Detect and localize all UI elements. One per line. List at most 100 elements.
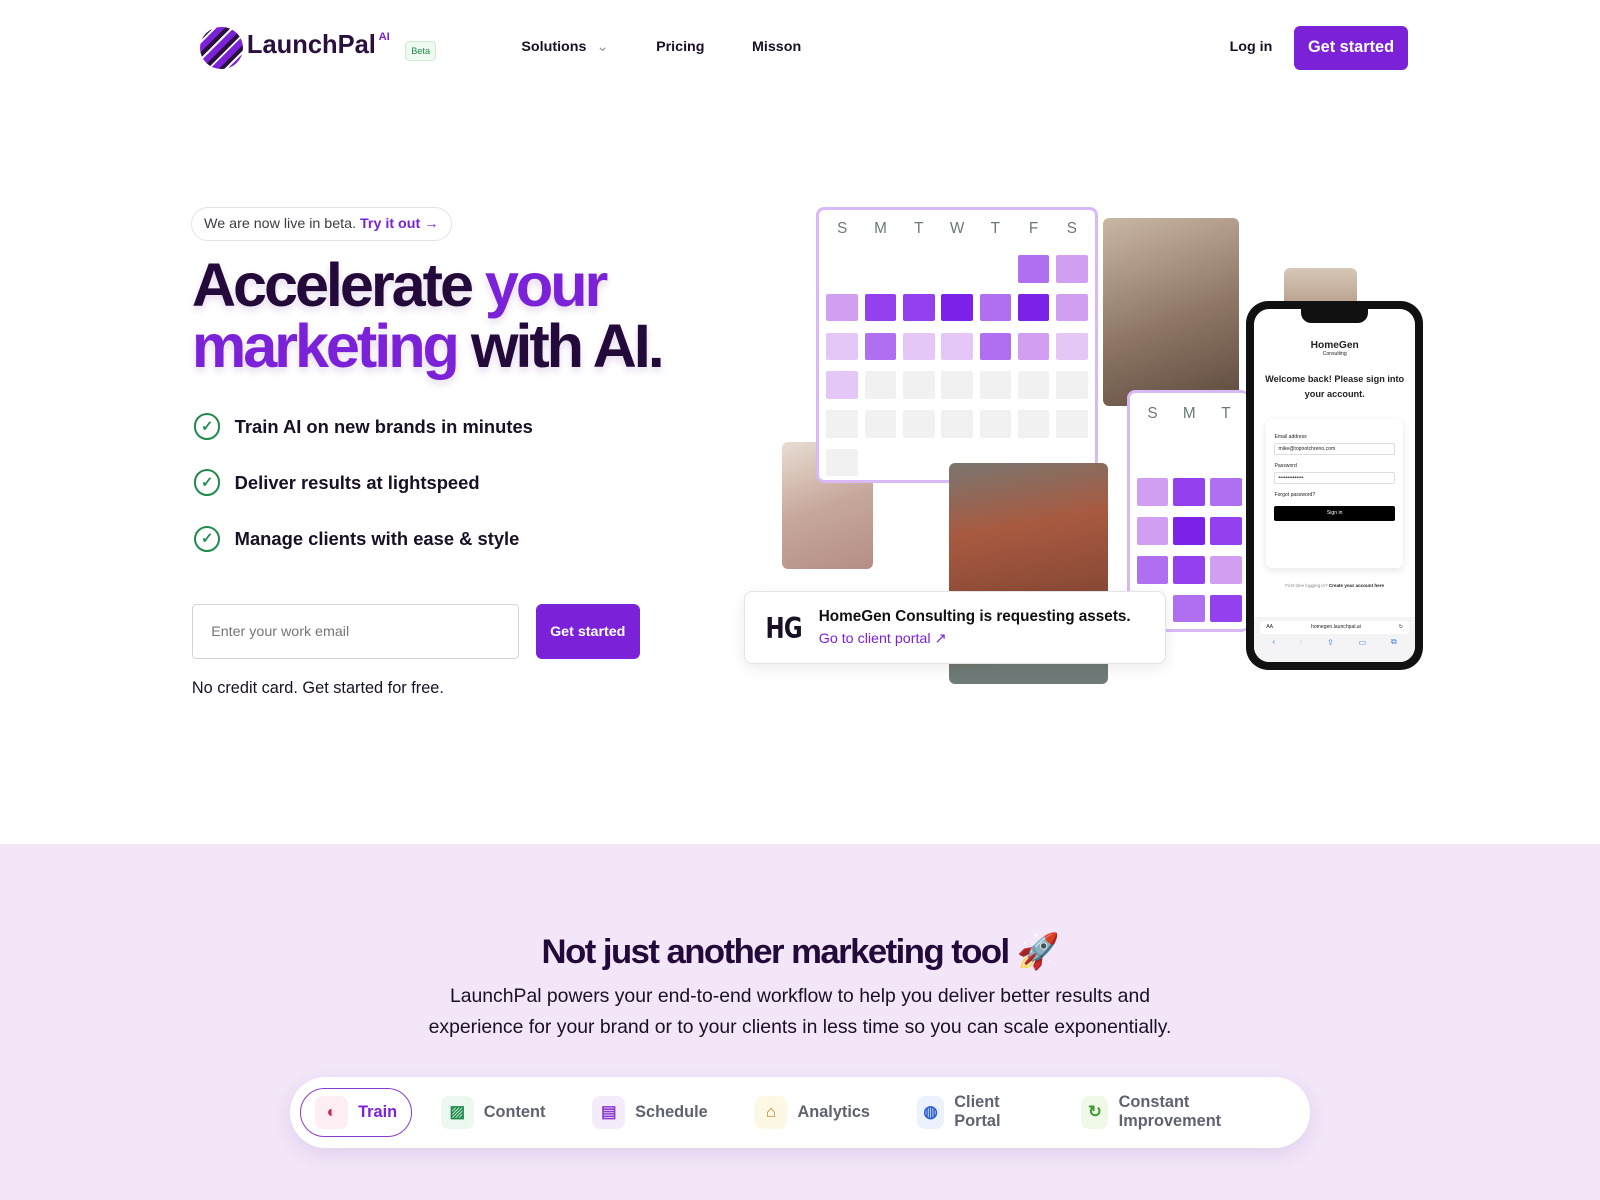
day-header: S <box>837 220 848 238</box>
calendar-day-cell <box>941 410 973 438</box>
phone-url-bar[interactable]: AA homegen.launchpal.ai ↻ <box>1260 621 1410 634</box>
calendar-day-cell <box>1210 556 1242 584</box>
globe-icon: ◍ <box>916 1095 945 1129</box>
day-header: T <box>1221 405 1231 423</box>
login-link[interactable]: Log in <box>1230 39 1273 55</box>
calendar-day-cell <box>1136 517 1169 545</box>
section-description: LaunchPal powers your end-to-end workflo… <box>428 984 1172 1039</box>
calendar-day-cell <box>941 293 973 322</box>
calendar-day-cell <box>826 410 859 438</box>
phone-notch <box>1301 309 1369 324</box>
calendar-day-cell <box>1173 594 1206 623</box>
calendar-day-cell <box>864 371 897 399</box>
day-header: M <box>874 220 887 238</box>
feature-item: ✓ Deliver results at lightspeed <box>193 469 480 496</box>
tab-train[interactable]: ◐ Train <box>299 1087 413 1137</box>
calendar-day-cell <box>902 371 935 399</box>
announcement-text: We are now live in beta. <box>204 215 357 232</box>
hero-get-started-button[interactable]: Get started <box>535 604 640 660</box>
refresh-icon: ↻ <box>1081 1095 1109 1129</box>
phone-forgot-link[interactable]: Forgot password? <box>1274 492 1394 498</box>
calendar-heatmap: SMTWTFS <box>816 207 1098 483</box>
phone-create-account[interactable]: First time logging in? Create your accou… <box>1254 583 1415 588</box>
calendar-day-cell <box>979 371 1012 399</box>
calendar-day-cell <box>1136 556 1169 584</box>
brand-sup: AI <box>378 30 390 43</box>
day-header: W <box>949 220 965 238</box>
calendar-day-cell <box>902 332 935 361</box>
tab-client-portal[interactable]: ◍ Client Portal <box>903 1088 1049 1137</box>
phone-password-field[interactable]: •••••••••••••• <box>1274 471 1395 485</box>
calendar-day-cell <box>1173 478 1206 507</box>
city-bridge-photo <box>1103 218 1239 407</box>
calendar-day-cell <box>1210 478 1242 507</box>
feature-item: ✓ Manage clients with ease & style <box>193 525 520 553</box>
calendar-day-cell <box>1056 332 1088 361</box>
phone-create-link[interactable]: Create your account here <box>1329 583 1384 588</box>
feature-tabs: ◐ Train ▨ Content ▤ Schedule ⌂ Analytics ◍ Client… <box>289 1076 1311 1148</box>
calendar-day-cell <box>1017 332 1050 361</box>
tab-content[interactable]: ▨ Content <box>427 1088 560 1137</box>
day-header: T <box>990 220 1000 238</box>
calendar-day-cell <box>1056 410 1088 438</box>
nav-mission[interactable]: Misson <box>752 39 801 55</box>
calendar-day-cell <box>826 371 859 399</box>
tab-analytics[interactable]: ⌂ Analytics <box>740 1088 884 1137</box>
phone-signin-button[interactable]: Sign in <box>1274 506 1395 521</box>
brand-name: LaunchPal <box>246 30 376 59</box>
calendar-day-cell <box>1173 556 1206 584</box>
phone-password-label: Password <box>1274 462 1297 469</box>
phone-email-field[interactable]: mike@topnotchreno.com <box>1274 442 1395 455</box>
feature-text: Train AI on new brands in minutes <box>234 415 533 437</box>
share-icon: ⇪ <box>1327 637 1335 647</box>
homegen-brand-sub: Consulting <box>1322 350 1347 357</box>
tab-schedule[interactable]: ▤ Schedule <box>578 1088 722 1137</box>
hero-headline: Accelerate your marketing with AI. <box>192 255 665 381</box>
homegen-brand: HomeGen Consulting <box>1254 340 1415 357</box>
logo[interactable] <box>199 26 243 70</box>
chevron-down-icon: ⌄ <box>596 38 609 55</box>
try-it-out-link[interactable]: Try it out → <box>360 216 438 232</box>
nav-solutions[interactable]: Solutions ⌄ <box>521 39 608 55</box>
phone-mockup: HomeGen Consulting Welcome back! Please s… <box>1245 301 1424 671</box>
tab-label: Train <box>358 1102 398 1121</box>
tabs-icon: ⧉ <box>1390 636 1397 646</box>
nav-pricing[interactable]: Pricing <box>656 39 704 55</box>
forward-icon: › <box>1299 636 1303 646</box>
calendar-day-cell <box>864 410 897 438</box>
calendar-day-cell <box>1017 255 1050 283</box>
headline-part: with AI. <box>456 312 665 381</box>
nav-solutions-label: Solutions <box>521 38 587 55</box>
day-header: F <box>1028 220 1039 238</box>
calendar-day-cell <box>864 293 897 322</box>
notification-title: HomeGen Consulting is requesting assets. <box>818 608 1131 626</box>
client-request-notification[interactable]: HG HomeGen Consulting is requesting asse… <box>743 590 1167 665</box>
phone-email-label: Email address <box>1274 433 1307 440</box>
feature-text: Manage clients with ease & style <box>234 527 520 549</box>
day-header: T <box>914 220 924 238</box>
headline-highlight: your <box>484 251 608 320</box>
day-header: S <box>1147 405 1158 423</box>
announcement-pill[interactable]: We are now live in beta. Try it out → <box>190 207 452 241</box>
calendar-day-cell <box>826 332 859 361</box>
image-icon: ▨ <box>440 1095 474 1129</box>
tab-label: Content <box>483 1102 546 1121</box>
calendar-day-cell <box>902 410 935 438</box>
calendar-day-cell <box>1017 293 1050 322</box>
homegen-brand-text: HomeGen <box>1310 339 1359 351</box>
presentation-chart-icon: ⌂ <box>754 1095 788 1129</box>
day-header: S <box>1066 220 1077 238</box>
work-email-input[interactable] <box>191 604 520 660</box>
check-circle-icon: ✓ <box>193 525 221 553</box>
calendar-day-cell <box>979 332 1012 361</box>
calendar-day-cell <box>1210 517 1242 545</box>
calendar-day-cell <box>826 293 859 322</box>
tab-label: Client Portal <box>954 1093 1001 1131</box>
header-get-started-button[interactable]: Get started <box>1293 25 1409 71</box>
tab-label: Constant Improvement <box>1118 1093 1222 1131</box>
calendar-day-cell <box>979 410 1012 438</box>
calendar-day-cell <box>902 293 935 322</box>
tab-constant-improvement[interactable]: ↻ Constant Improvement <box>1067 1088 1282 1137</box>
calendar-day-cell <box>1056 293 1088 322</box>
client-portal-link[interactable]: Go to client portal ↗ <box>819 631 1131 647</box>
